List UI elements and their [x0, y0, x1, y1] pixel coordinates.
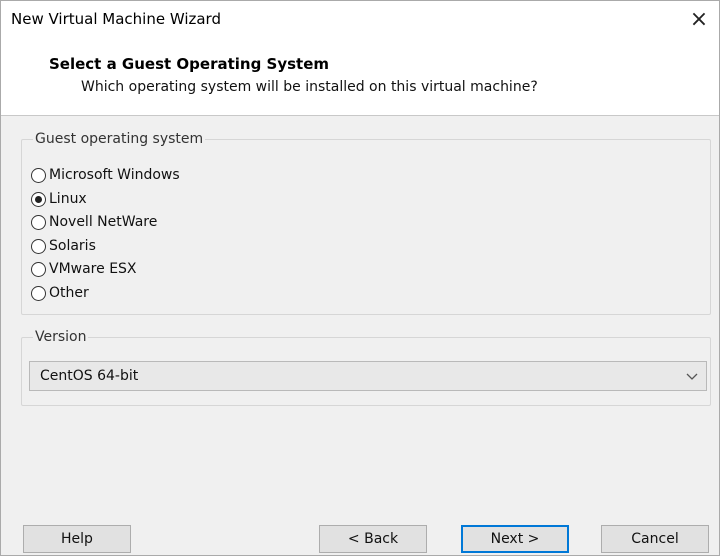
wizard-header: Select a Guest Operating System Which op… [1, 45, 719, 116]
radio-label: Linux [49, 191, 87, 207]
cancel-button[interactable]: Cancel [601, 525, 709, 553]
radio-button[interactable] [31, 285, 46, 301]
radio-microsoft-windows[interactable]: Microsoft Windows [31, 164, 180, 186]
page-title: Select a Guest Operating System [49, 55, 330, 73]
radio-other[interactable]: Other [31, 282, 89, 304]
close-icon: × [689, 7, 709, 32]
next-button[interactable]: Next > [461, 525, 569, 553]
radio-label: Novell NetWare [49, 214, 158, 230]
radio-button-selected[interactable] [31, 191, 46, 207]
close-button[interactable]: × [679, 1, 719, 41]
radio-linux[interactable]: Linux [31, 188, 87, 210]
title-bar: New Virtual Machine Wizard × [1, 1, 719, 45]
version-dropdown[interactable]: CentOS 64-bit [29, 361, 707, 391]
chevron-down-icon [686, 373, 698, 380]
radio-vmware-esx[interactable]: VMware ESX [31, 258, 137, 280]
radio-button[interactable] [31, 214, 46, 230]
radio-label: Other [49, 285, 89, 301]
help-button[interactable]: Help [23, 525, 131, 553]
page-subtitle: Which operating system will be installed… [81, 79, 538, 95]
radio-novell-netware[interactable]: Novell NetWare [31, 211, 157, 233]
radio-label: Microsoft Windows [49, 167, 180, 183]
radio-button[interactable] [31, 167, 46, 183]
guest-os-legend: Guest operating system [33, 131, 206, 147]
version-legend: Version [33, 329, 89, 345]
radio-label: VMware ESX [49, 261, 137, 277]
wizard-window: New Virtual Machine Wizard × Select a Gu… [0, 0, 720, 556]
radio-button[interactable] [31, 261, 46, 277]
radio-button[interactable] [31, 238, 46, 254]
window-title: New Virtual Machine Wizard [11, 10, 221, 28]
version-selected-value: CentOS 64-bit [40, 368, 139, 384]
back-button[interactable]: < Back [319, 525, 427, 553]
radio-label: Solaris [49, 238, 96, 254]
radio-solaris[interactable]: Solaris [31, 235, 96, 257]
